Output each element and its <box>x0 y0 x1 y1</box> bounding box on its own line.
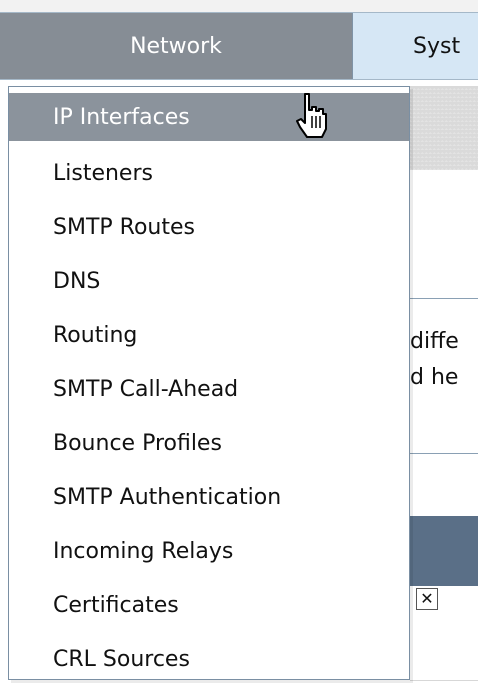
background-text-fragment-2: d he <box>410 365 459 390</box>
menu-item-label: SMTP Authentication <box>53 484 282 510</box>
menu-item-certificates[interactable]: Certificates <box>9 581 409 629</box>
menu-item-routing[interactable]: Routing <box>9 311 409 359</box>
menu-item-smtp-authentication[interactable]: SMTP Authentication <box>9 473 409 521</box>
background-toolbar <box>410 86 478 170</box>
background-text-panel: diffe d he <box>410 298 478 454</box>
menu-item-label: CRL Sources <box>53 646 190 672</box>
menu-item-dns[interactable]: DNS <box>9 257 409 305</box>
tab-bar: Network Syst <box>0 12 478 80</box>
tab-system-label: Syst <box>413 33 461 59</box>
checkbox-x-icon[interactable]: ✕ <box>416 588 438 610</box>
menu-item-incoming-relays[interactable]: Incoming Relays <box>9 527 409 575</box>
menu-item-smtp-routes[interactable]: SMTP Routes <box>9 203 409 251</box>
menu-item-bounce-profiles[interactable]: Bounce Profiles <box>9 419 409 467</box>
background-table-header <box>410 516 478 586</box>
menu-item-label: SMTP Routes <box>53 214 195 240</box>
menu-item-label: Listeners <box>53 160 153 186</box>
background-text-fragment-1: diffe <box>410 329 459 354</box>
menu-item-label: DNS <box>53 268 101 294</box>
menu-item-label: Routing <box>53 322 138 348</box>
menu-item-label: SMTP Call-Ahead <box>53 376 239 402</box>
menu-item-crl-sources[interactable]: CRL Sources <box>9 635 409 683</box>
tab-network[interactable]: Network <box>0 13 352 79</box>
menu-item-label: Incoming Relays <box>53 538 234 564</box>
network-dropdown-menu: IP Interfaces Listeners SMTP Routes DNS … <box>8 86 410 680</box>
menu-item-ip-interfaces[interactable]: IP Interfaces <box>9 93 409 141</box>
tab-network-label: Network <box>130 33 222 59</box>
menu-item-label: Bounce Profiles <box>53 430 222 456</box>
tab-system[interactable]: Syst <box>352 13 478 79</box>
menu-item-smtp-call-ahead[interactable]: SMTP Call-Ahead <box>9 365 409 413</box>
menu-item-label: Certificates <box>53 592 179 618</box>
menu-item-listeners[interactable]: Listeners <box>9 149 409 197</box>
menu-item-label: IP Interfaces <box>53 104 190 130</box>
